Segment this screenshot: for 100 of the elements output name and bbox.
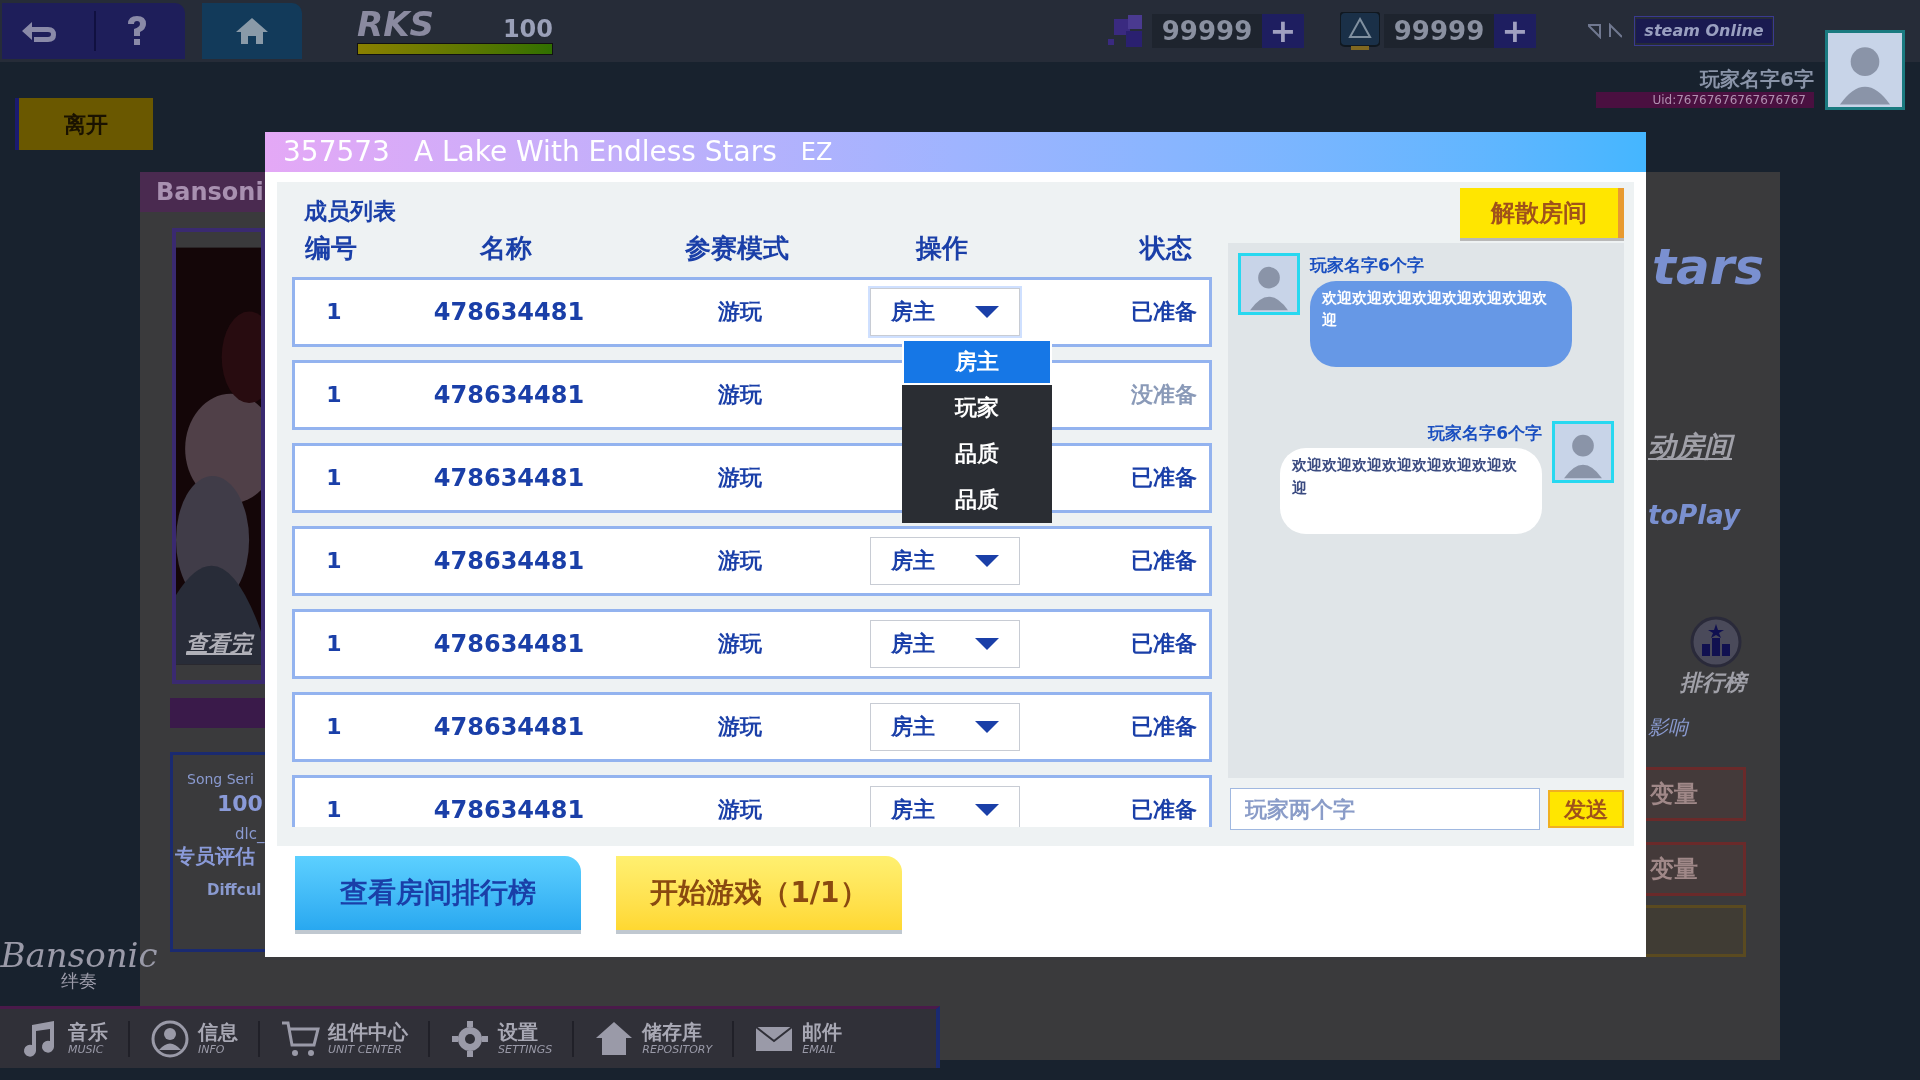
add-button[interactable]: +	[1262, 14, 1304, 48]
member-status: 已准备	[1130, 298, 1198, 326]
column-header: 状态	[1138, 232, 1193, 265]
nav-label: 组件中心	[328, 1022, 408, 1042]
member-mode: 游玩	[717, 298, 763, 326]
member-status: 已准备	[1130, 630, 1198, 658]
caret-icon	[975, 554, 999, 567]
member-mode: 游玩	[717, 381, 763, 409]
logo-subtitle: 绊奏	[61, 972, 97, 990]
menu-option[interactable]: 品质	[902, 430, 1052, 477]
member-status: 已准备	[1130, 464, 1198, 492]
member-number: 1	[325, 713, 343, 741]
sender-name: 玩家名字6个字	[1310, 254, 1424, 277]
player-name: 玩家名字6字	[1700, 66, 1814, 93]
variable-button[interactable]: 变量	[1646, 767, 1746, 821]
song-title: tars	[1652, 237, 1765, 298]
song-series-value: 100	[217, 790, 263, 818]
member-name: 478634481	[432, 628, 586, 660]
menu-option[interactable]: 房主	[902, 338, 1052, 385]
member-name: 478634481	[432, 379, 586, 411]
nav-label: 储存库	[642, 1022, 704, 1042]
member-name: 478634481	[432, 462, 586, 494]
autoplay-label: toPlay	[1648, 499, 1740, 532]
room-id: 357573	[283, 134, 390, 170]
column-header: 名称	[478, 232, 533, 265]
add-button[interactable]: +	[1494, 14, 1536, 48]
member-mode: 游玩	[717, 630, 763, 658]
chat-input-field[interactable]: 玩家两个字	[1230, 788, 1540, 830]
settings-icon	[450, 1018, 490, 1059]
help-icon[interactable]	[126, 15, 148, 47]
menu-option[interactable]: 品质	[902, 476, 1052, 523]
difficulty-label: EZ	[800, 137, 833, 168]
role-dropdown[interactable]: 房主	[870, 702, 1020, 751]
nav-item[interactable]: 信息 INFO	[130, 1018, 258, 1059]
disband-room-button[interactable]: 解散房间	[1460, 188, 1624, 238]
nav-item[interactable]: 设置 SETTINGS	[430, 1018, 573, 1059]
column-header: 操作	[914, 232, 969, 265]
nav-item[interactable]: 音乐 MUSIC	[0, 1018, 128, 1059]
member-mode: 游玩	[717, 713, 763, 741]
rks-label: RKS	[357, 7, 434, 41]
caret-icon	[975, 720, 999, 733]
logo-text: Bansonic	[0, 938, 158, 972]
currency-amount: 99999	[1392, 14, 1486, 48]
nav-sublabel: INFO	[198, 1044, 226, 1055]
member-number: 1	[325, 298, 343, 326]
avatar-icon	[1825, 30, 1905, 110]
chip-icon	[1340, 12, 1380, 50]
column-header: 编号	[304, 232, 358, 265]
user-icon	[150, 1018, 190, 1059]
nav-sublabel: EMAIL	[802, 1044, 837, 1055]
nav-item[interactable]: 储存库 REPOSITORY	[574, 1018, 733, 1059]
role-dropdown[interactable]: 房主	[870, 287, 1020, 336]
member-name: 478634481	[432, 296, 586, 328]
nav-item[interactable]: 邮件 EMAIL	[734, 1018, 863, 1059]
member-name: 478634481	[432, 545, 586, 577]
member-status: 已准备	[1130, 796, 1198, 824]
evaluation-label: 专员评估	[175, 843, 255, 870]
member-mode: 游玩	[717, 796, 763, 824]
currency-amount: 99999	[1160, 14, 1254, 48]
member-status: 已准备	[1130, 713, 1198, 741]
home-button[interactable]	[202, 3, 302, 59]
caret-icon	[975, 305, 999, 318]
song-series-label: Song Seri	[187, 770, 254, 789]
dlc-label: dlc_	[235, 824, 265, 845]
chat-bubble: 欢迎欢迎欢迎欢迎欢迎欢迎欢迎欢迎	[1280, 448, 1542, 534]
member-name: 478634481	[432, 794, 586, 826]
rks-value: 100	[502, 17, 553, 41]
nav-sublabel: UNIT CENTER	[328, 1044, 403, 1055]
difficulty-label: Diffcul	[207, 880, 262, 901]
menu-option[interactable]: 玩家	[902, 384, 1052, 431]
member-name: 478634481	[432, 711, 586, 743]
online-status: steam Online	[1636, 19, 1772, 43]
member-number: 1	[325, 547, 343, 575]
role-dropdown[interactable]: 房主	[870, 785, 1020, 827]
member-status: 没准备	[1130, 381, 1198, 409]
nav-label: 设置	[498, 1022, 539, 1042]
nav-label: 邮件	[802, 1022, 843, 1042]
member-number: 1	[325, 381, 343, 409]
column-header: 参赛模式	[684, 232, 790, 265]
nav-sublabel: SETTINGS	[498, 1044, 553, 1055]
chat-bubble: 欢迎欢迎欢迎欢迎欢迎欢迎欢迎欢迎	[1310, 280, 1572, 367]
member-number: 1	[325, 796, 343, 824]
member-mode: 游玩	[717, 547, 763, 575]
member-status: 已准备	[1130, 547, 1198, 575]
nav-sublabel: REPOSITORY	[642, 1044, 713, 1055]
role-dropdown[interactable]: 房主	[870, 536, 1020, 585]
effect-label: 影响	[1648, 714, 1688, 741]
variable-button[interactable]: 变量	[1646, 842, 1746, 896]
member-mode: 游玩	[717, 464, 763, 492]
card-title: Bansoni	[140, 172, 265, 212]
song-name: A Lake With Endless Stars	[413, 134, 777, 170]
home-icon	[234, 16, 270, 46]
member-list-title: 成员列表	[304, 197, 397, 226]
role-dropdown[interactable]: 房主	[870, 619, 1020, 668]
caret-icon	[975, 803, 999, 816]
member-number: 1	[325, 630, 343, 658]
send-button[interactable]: 发送	[1548, 790, 1624, 828]
sender-name: 玩家名字6个字	[1428, 421, 1542, 445]
nav-item[interactable]: 组件中心 UNIT CENTER	[260, 1018, 428, 1059]
nav-label: 信息	[198, 1022, 238, 1042]
